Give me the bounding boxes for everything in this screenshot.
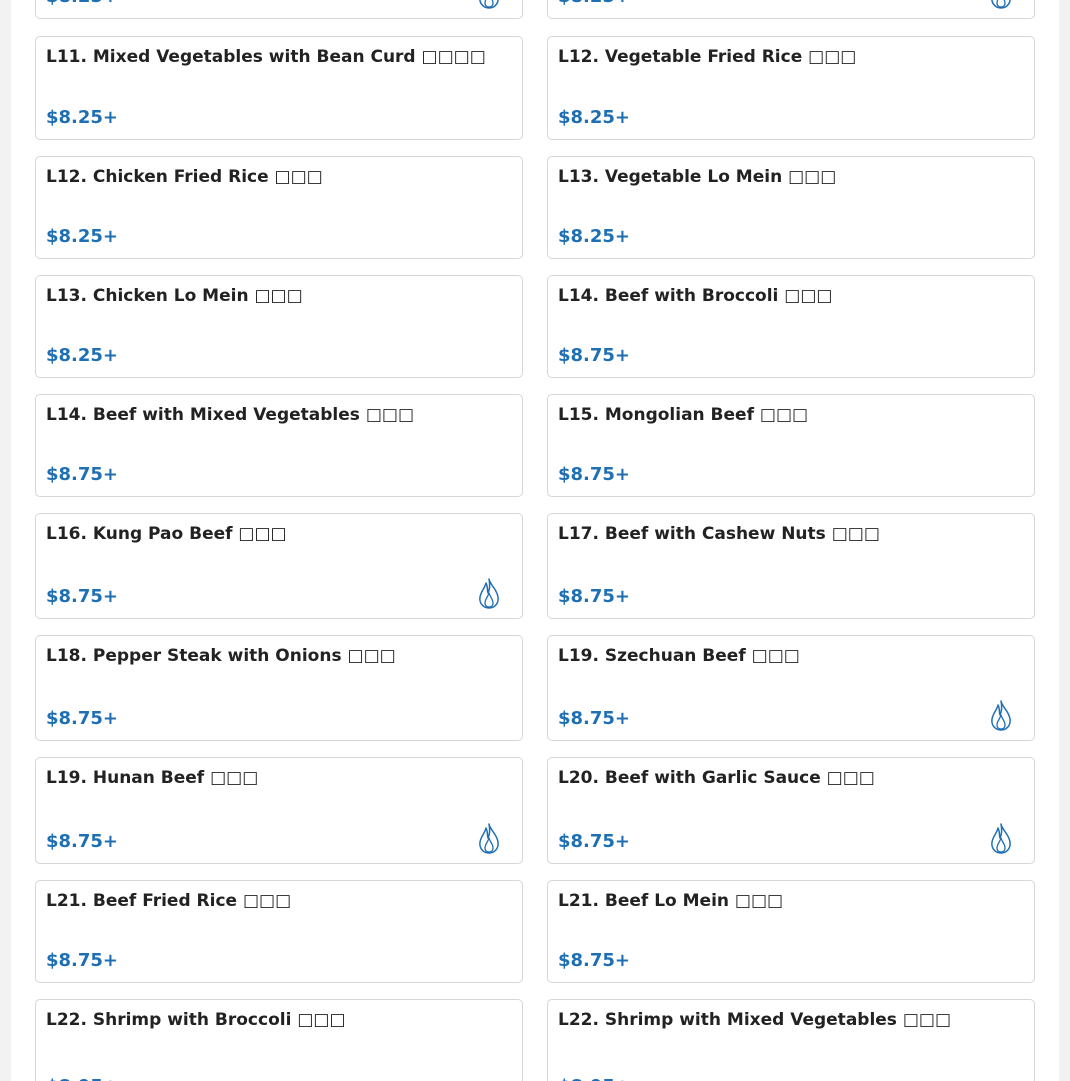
menu-item-price: $8.75+	[558, 708, 631, 729]
flame-icon	[987, 699, 1015, 731]
menu-item-card[interactable]: L14. Beef with Broccoli □□□ $8.75+	[547, 275, 1035, 378]
menu-item-card[interactable]: L15. Mongolian Beef □□□ $8.75+	[547, 394, 1035, 497]
menu-item-price: $8.75+	[558, 345, 631, 366]
flame-icon	[475, 822, 503, 854]
menu-item-price: $8.95+	[558, 1076, 630, 1081]
menu-item-title: L11. Mixed Vegetables with Bean Curd □□□…	[46, 47, 486, 67]
menu-item-title: L22. Shrimp with Mixed Vegetables □□□	[558, 1010, 952, 1030]
menu-item-price: $8.25+	[46, 226, 119, 247]
menu-item-title: L22. Shrimp with Broccoli □□□	[46, 1010, 346, 1030]
menu-item-price: $8.75+	[558, 464, 631, 485]
menu-item-price: $8.25+	[46, 107, 119, 128]
menu-item-card[interactable]: $8.25+	[547, 0, 1035, 19]
menu-item-price: $8.75+	[46, 586, 119, 607]
menu-item-price: $8.25+	[558, 107, 631, 128]
menu-item-title: L19. Szechuan Beef □□□	[558, 646, 800, 666]
menu-item-card[interactable]: L22. Shrimp with Mixed Vegetables □□□ $8.…	[547, 999, 1035, 1081]
menu-item-title: L14. Beef with Mixed Vegetables □□□	[46, 405, 415, 425]
flame-icon	[475, 577, 503, 609]
menu-page: $8.25+ $8.25+ L11. Mixed Vegetables with B…	[11, 0, 1059, 1081]
menu-item-price: $8.75+	[46, 831, 119, 852]
menu-item-card[interactable]: L21. Beef Fried Rice □□□ $8.75+	[35, 880, 523, 983]
menu-item-title: L16. Kung Pao Beef □□□	[46, 524, 287, 544]
flame-icon	[475, 0, 503, 9]
menu-item-card[interactable]: L11. Mixed Vegetables with Bean Curd □□□…	[35, 36, 523, 140]
menu-item-price: $8.75+	[46, 464, 119, 485]
menu-item-grid: $8.25+ $8.25+ L11. Mixed Vegetables with B…	[11, 0, 1059, 1081]
menu-item-price: $8.75+	[558, 586, 631, 607]
menu-item-price: $8.75+	[558, 831, 631, 852]
menu-item-card[interactable]: L19. Hunan Beef □□□ $8.75+	[35, 757, 523, 864]
menu-item-card[interactable]: L12. Vegetable Fried Rice □□□ $8.25+	[547, 36, 1035, 140]
menu-item-card[interactable]: L17. Beef with Cashew Nuts □□□ $8.75+	[547, 513, 1035, 619]
menu-item-title: L12. Chicken Fried Rice □□□	[46, 167, 323, 187]
menu-item-price: $8.95+	[46, 1076, 118, 1081]
menu-item-title: L15. Mongolian Beef □□□	[558, 405, 809, 425]
menu-item-card[interactable]: L18. Pepper Steak with Onions □□□ $8.75+	[35, 635, 523, 741]
menu-item-card[interactable]: L13. Vegetable Lo Mein □□□ $8.25+	[547, 156, 1035, 259]
menu-item-title: L12. Vegetable Fried Rice □□□	[558, 47, 857, 67]
menu-item-card[interactable]: L19. Szechuan Beef □□□ $8.75+	[547, 635, 1035, 741]
menu-item-card[interactable]: L12. Chicken Fried Rice □□□ $8.25+	[35, 156, 523, 259]
menu-item-card[interactable]: L21. Beef Lo Mein □□□ $8.75+	[547, 880, 1035, 983]
menu-item-card[interactable]: L22. Shrimp with Broccoli □□□ $8.95+	[35, 999, 523, 1081]
menu-item-title: L13. Chicken Lo Mein □□□	[46, 286, 303, 306]
menu-item-price: $8.25+	[46, 0, 118, 7]
menu-item-price: $8.25+	[558, 226, 631, 247]
menu-item-title: L20. Beef with Garlic Sauce □□□	[558, 768, 875, 788]
flame-icon	[987, 822, 1015, 854]
menu-item-title: L14. Beef with Broccoli □□□	[558, 286, 833, 306]
menu-item-title: L13. Vegetable Lo Mein □□□	[558, 167, 837, 187]
menu-item-price: $8.25+	[558, 0, 630, 7]
menu-item-card[interactable]: L14. Beef with Mixed Vegetables □□□ $8.75…	[35, 394, 523, 497]
menu-item-title: L19. Hunan Beef □□□	[46, 768, 259, 788]
menu-item-price: $8.25+	[46, 345, 119, 366]
menu-item-title: L17. Beef with Cashew Nuts □□□	[558, 524, 880, 544]
menu-item-title: L21. Beef Lo Mein □□□	[558, 891, 784, 911]
menu-item-card[interactable]: L13. Chicken Lo Mein □□□ $8.25+	[35, 275, 523, 378]
menu-item-card[interactable]: L16. Kung Pao Beef □□□ $8.75+	[35, 513, 523, 619]
menu-item-card[interactable]: L20. Beef with Garlic Sauce □□□ $8.75+	[547, 757, 1035, 864]
menu-item-card[interactable]: $8.25+	[35, 0, 523, 19]
menu-item-price: $8.75+	[46, 950, 119, 971]
menu-item-title: L21. Beef Fried Rice □□□	[46, 891, 292, 911]
flame-icon	[987, 0, 1015, 9]
menu-item-price: $8.75+	[558, 950, 631, 971]
menu-item-title: L18. Pepper Steak with Onions □□□	[46, 646, 396, 666]
menu-item-price: $8.75+	[46, 708, 119, 729]
